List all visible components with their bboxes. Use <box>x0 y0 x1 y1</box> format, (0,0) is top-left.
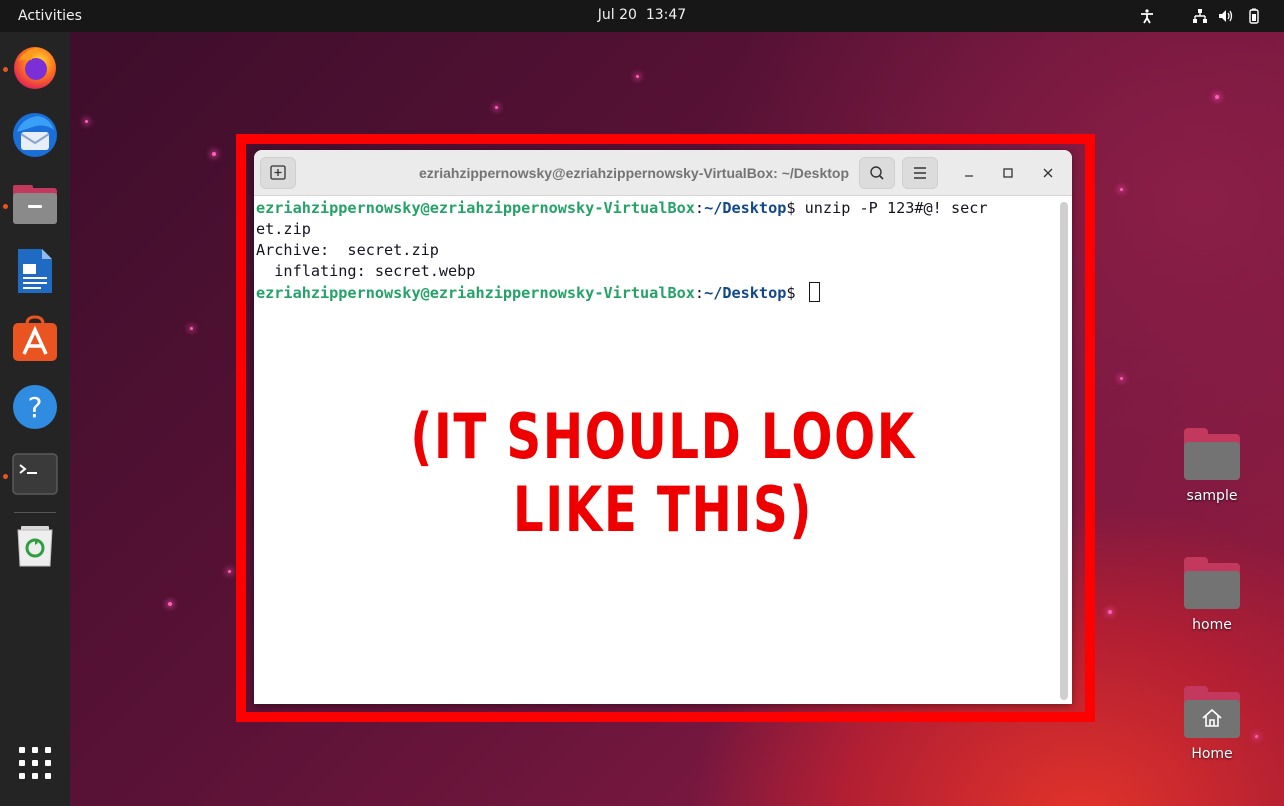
wallpaper-star <box>1120 188 1123 191</box>
wallpaper-star <box>1120 377 1123 380</box>
scrollbar[interactable] <box>1060 202 1068 700</box>
terminal-icon <box>12 453 58 495</box>
running-indicator <box>3 474 8 479</box>
desktop-icon-label: home <box>1192 617 1232 633</box>
wallpaper-star <box>495 106 498 109</box>
folder-icon <box>1184 557 1240 609</box>
close-button[interactable] <box>1039 164 1057 182</box>
command-text: $ unzip -P 123#@! secr <box>786 199 988 217</box>
trash-icon <box>17 526 53 567</box>
wallpaper-star <box>1215 95 1219 99</box>
terminal-line: ezriahzippernowsky@ezriahzippernowsky-Vi… <box>256 198 1056 219</box>
ubuntu-software-launcher[interactable] <box>10 314 60 364</box>
network-icon[interactable] <box>1192 8 1208 24</box>
terminal-line: Archive: secret.zip <box>256 241 439 259</box>
volume-icon[interactable] <box>1218 8 1234 24</box>
wallpaper-star <box>190 327 193 330</box>
software-store-icon <box>13 315 57 361</box>
svg-text:?: ? <box>28 391 43 424</box>
clock[interactable]: Jul 20 13:47 <box>0 7 1284 23</box>
top-bar: Activities Jul 20 13:47 <box>0 0 1284 32</box>
running-indicator <box>3 67 8 72</box>
terminal-launcher[interactable] <box>10 449 60 499</box>
writer-icon <box>18 249 52 293</box>
terminal-header-bar[interactable]: ezriahzippernowsky@ezriahzippernowsky-Vi… <box>254 150 1072 196</box>
wallpaper-star <box>1108 610 1112 614</box>
prompt-separator: : <box>694 199 705 217</box>
home-folder-icon <box>1184 686 1240 738</box>
desktop-folder-sample[interactable]: sample <box>1167 428 1257 504</box>
clock-time: 13:47 <box>645 7 687 23</box>
terminal-cursor <box>808 282 820 302</box>
prompt-user: ezriahzippernowsky@ezriahzippernowsky-Vi… <box>256 284 695 302</box>
desktop-folder-home[interactable]: home <box>1167 557 1257 633</box>
search-button[interactable] <box>859 157 895 189</box>
battery-icon[interactable] <box>1246 8 1262 24</box>
wallpaper-star <box>636 75 639 78</box>
desktop-icon-label: Home <box>1191 746 1233 762</box>
terminal-line: inflating: secret.webp <box>256 262 476 280</box>
new-tab-button[interactable] <box>260 157 296 189</box>
desktop-icon-label: sample <box>1186 488 1238 504</box>
command-text: $ <box>786 284 805 302</box>
close-icon <box>1043 168 1053 178</box>
terminal-window[interactable]: ezriahzippernowsky@ezriahzippernowsky-Vi… <box>254 150 1072 704</box>
thunderbird-launcher[interactable] <box>10 110 60 160</box>
firefox-launcher[interactable] <box>10 42 60 92</box>
wallpaper-star <box>212 152 216 156</box>
files-launcher[interactable] <box>10 178 60 228</box>
prompt-path: ~/Desktop <box>704 284 787 302</box>
accessibility-icon[interactable] <box>1139 8 1155 24</box>
firefox-icon <box>14 47 56 89</box>
minimize-icon <box>965 175 973 177</box>
minimize-button[interactable] <box>960 164 978 182</box>
help-icon: ? <box>13 385 57 429</box>
dock-separator <box>14 512 56 513</box>
wallpaper-star <box>85 120 88 123</box>
help-launcher[interactable]: ? <box>10 382 60 432</box>
wallpaper-star <box>228 570 231 573</box>
new-tab-icon <box>270 165 286 180</box>
show-applications-icon[interactable] <box>19 747 51 779</box>
libreoffice-writer-launcher[interactable] <box>10 246 60 296</box>
folder-icon <box>1184 428 1240 480</box>
maximize-icon <box>1003 168 1013 178</box>
thunderbird-icon <box>13 113 57 157</box>
trash-launcher[interactable] <box>10 520 60 570</box>
dock: ? <box>0 32 70 806</box>
running-indicator <box>3 204 8 209</box>
terminal-line: ezriahzippernowsky@ezriahzippernowsky-Vi… <box>256 282 1056 303</box>
menu-button[interactable] <box>902 157 938 189</box>
clock-date: Jul 20 <box>597 7 637 23</box>
desktop-home-folder[interactable]: Home <box>1167 686 1257 762</box>
terminal-line: et.zip <box>256 220 311 238</box>
terminal-title: ezriahzippernowsky@ezriahzippernowsky-Vi… <box>418 165 849 181</box>
prompt-user: ezriahzippernowsky@ezriahzippernowsky-Vi… <box>256 199 695 217</box>
wallpaper-star <box>168 602 172 606</box>
search-icon <box>870 166 884 180</box>
maximize-button[interactable] <box>999 164 1017 182</box>
files-icon <box>13 185 57 224</box>
prompt-path: ~/Desktop <box>704 199 787 217</box>
annotation-text: (IT SHOULD LOOK LIKE THIS) <box>410 400 916 546</box>
hamburger-menu-icon <box>914 167 926 179</box>
prompt-separator: : <box>694 284 705 302</box>
